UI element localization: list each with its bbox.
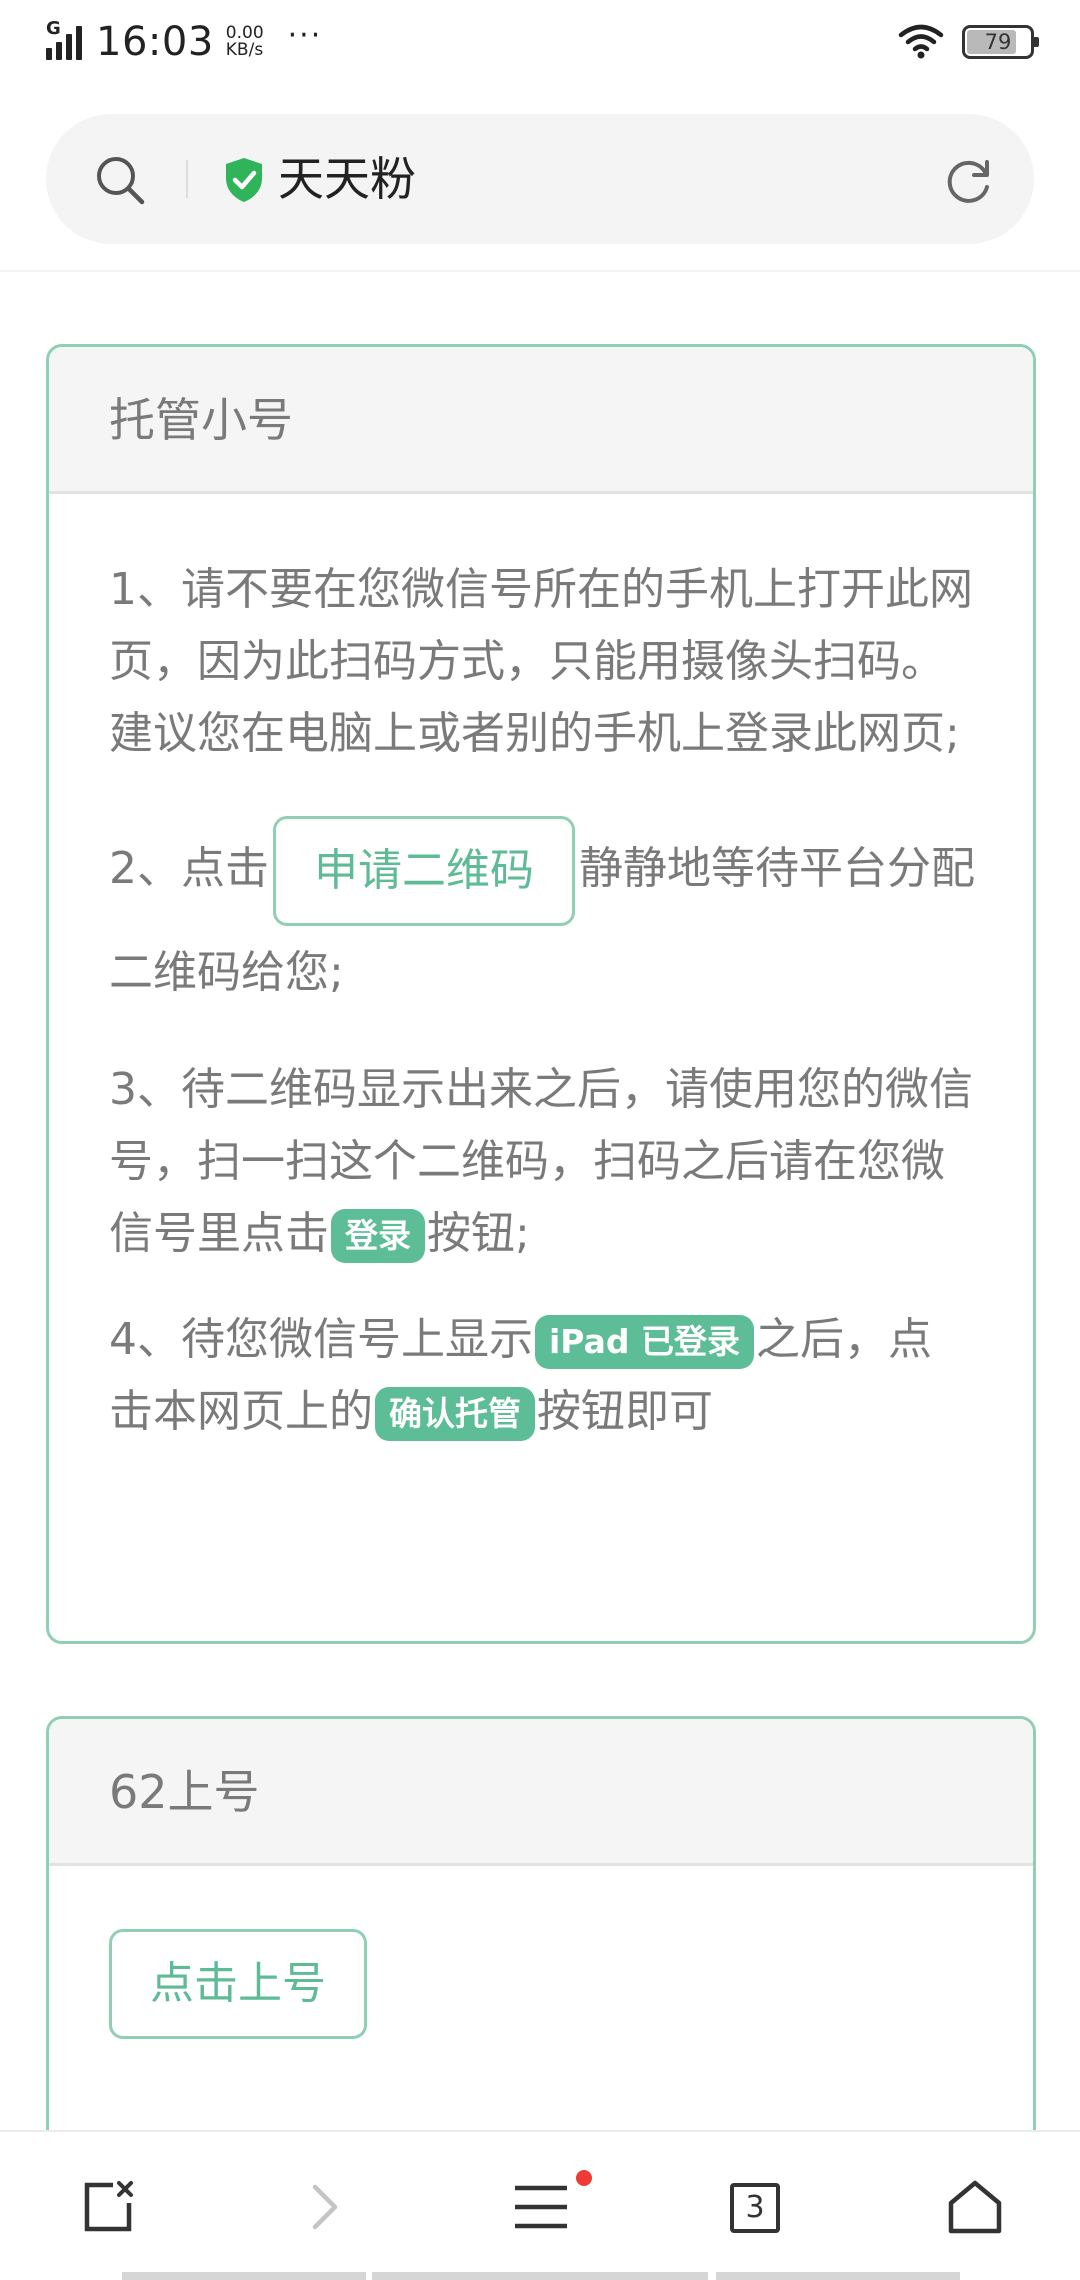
instruction-step-2: 2、点击 申请二维码 静静地等待平台分配二维码给您; [109,816,975,1020]
forward-icon[interactable] [290,2172,360,2242]
login-pill: 登录 [331,1209,425,1263]
divider [0,270,1080,272]
online-panel-title: 62上号 [49,1719,1033,1866]
signal-icon: G [46,18,88,62]
status-bar: G 16:03 0.00 KB/s ··· 79 [0,0,1080,84]
menu-badge [576,2170,592,2186]
menu-icon[interactable] [506,2172,576,2242]
search-icon[interactable] [94,154,146,206]
shield-check-icon [226,158,262,202]
go-online-button[interactable]: 点击上号 [109,1929,367,2039]
home-icon[interactable] [940,2172,1010,2242]
hosting-panel: 托管小号 1、请不要在您微信号所在的手机上打开此网页，因为此扫码方式，只能用摄像… [46,344,1036,1644]
wifi-icon [898,24,944,59]
refresh-icon[interactable] [942,154,996,208]
ipad-logged-in-pill: iPad 已登录 [535,1315,754,1369]
address-separator [186,160,188,198]
network-speed: 0.00 KB/s [225,23,264,60]
clock: 16:03 [96,19,214,65]
battery-icon: 79 [962,25,1039,59]
request-qrcode-button[interactable]: 申请二维码 [273,816,575,926]
confirm-hosting-pill: 确认托管 [375,1387,535,1441]
instruction-step-1: 1、请不要在您微信号所在的手机上打开此网页，因为此扫码方式，只能用摄像头扫码。建… [109,564,973,759]
hosting-panel-title: 托管小号 [49,347,1033,494]
bottom-toolbar: 3 [0,2130,1080,2280]
address-bar[interactable]: 天天粉 [46,114,1034,244]
new-tab-icon[interactable] [74,2172,144,2242]
tabs-icon[interactable]: 3 [730,2183,780,2233]
more-notifications-icon: ··· [287,17,323,53]
instruction-step-4: 4、待您微信号上显示 iPad 已登录 之后，点击本网页上的 确认托管 按钮即可 [109,1304,975,1448]
network-type: G [46,18,61,39]
instruction-step-3: 3、待二维码显示出来之后，请使用您的微信号，扫一扫这个二维码，扫码之后请在您微信… [109,1054,975,1270]
page-title[interactable]: 天天粉 [278,148,416,210]
gesture-bar [0,2272,1080,2280]
battery-level: 79 [984,30,1012,54]
